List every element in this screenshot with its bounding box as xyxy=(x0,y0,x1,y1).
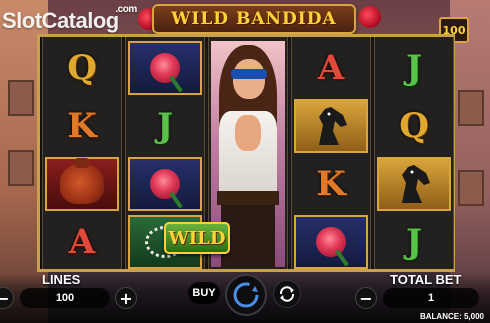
bandida-face xyxy=(233,59,265,99)
lines-value: 100 xyxy=(55,292,75,304)
balance-display: BALANCE: 5,000 xyxy=(419,312,484,321)
symbol-j: J xyxy=(128,99,202,153)
spin-icon xyxy=(233,282,259,308)
horse-icon xyxy=(309,105,353,147)
background-window xyxy=(458,170,484,206)
symbol-k: K xyxy=(45,99,119,153)
symbol-a: A xyxy=(45,215,119,269)
reels-area: Q K A J A K J Q J xyxy=(37,34,455,272)
symbol-k-letter: K xyxy=(67,106,97,146)
symbol-k-letter: K xyxy=(316,164,346,204)
symbol-q-letter: Q xyxy=(399,106,429,146)
symbol-rose xyxy=(294,215,368,269)
horse-icon xyxy=(392,163,436,205)
symbol-rose xyxy=(128,157,202,211)
symbol-q-letter: Q xyxy=(67,48,97,88)
buy-label: BUY xyxy=(192,287,216,299)
symbol-j: J xyxy=(377,41,451,95)
autoplay-icon xyxy=(279,286,295,302)
autoplay-button[interactable] xyxy=(273,280,301,308)
symbol-a-letter: A xyxy=(68,222,96,262)
wild-label: WILD xyxy=(168,227,226,249)
total-bet-value-display: 1 xyxy=(383,288,479,308)
rose-decoration-right xyxy=(359,6,381,28)
buy-button[interactable]: BUY xyxy=(188,282,220,304)
rose-icon xyxy=(316,227,346,257)
money-bag-icon xyxy=(60,158,104,204)
symbol-a: A xyxy=(294,41,368,95)
symbol-rose xyxy=(128,41,202,95)
bandida-belt xyxy=(217,191,279,205)
symbol-q: Q xyxy=(377,99,451,153)
lines-increase-button[interactable]: + xyxy=(115,287,137,309)
site-logo-suffix: .com xyxy=(115,4,137,15)
game-title-banner: WILD BANDIDA xyxy=(152,4,356,34)
bandida-chest xyxy=(235,115,261,151)
reel-1: Q K A xyxy=(42,37,122,269)
reel-5: J Q J xyxy=(374,37,454,269)
symbol-a-letter: A xyxy=(317,48,345,88)
symbol-j: J xyxy=(377,215,451,269)
total-bet-value: 1 xyxy=(427,292,435,304)
symbol-j-letter: J xyxy=(156,106,174,146)
rose-icon xyxy=(150,169,180,199)
total-bet-label: TOTAL BET xyxy=(390,272,462,287)
symbol-q: Q xyxy=(45,41,119,95)
reel-4: A K xyxy=(291,37,371,269)
bandida-mask xyxy=(231,69,267,79)
spin-button[interactable] xyxy=(225,274,267,316)
wild-badge: WILD xyxy=(164,222,230,254)
game-title: WILD BANDIDA xyxy=(171,9,337,29)
symbol-black-horse xyxy=(377,157,451,211)
background-window xyxy=(8,150,34,186)
symbol-j-letter: J xyxy=(405,48,423,88)
lines-label: LINES xyxy=(42,272,81,287)
background-window xyxy=(8,80,34,116)
symbol-j-letter: J xyxy=(405,222,423,262)
bet-decrease-button[interactable]: − xyxy=(355,287,377,309)
symbol-money-bag xyxy=(45,157,119,211)
lines-value-display: 100 xyxy=(20,288,110,308)
site-logo-text: SlotCatalog xyxy=(2,8,119,33)
rose-icon xyxy=(150,53,180,83)
symbol-black-horse xyxy=(294,99,368,153)
background-window xyxy=(458,90,484,126)
symbol-k: K xyxy=(294,157,368,211)
